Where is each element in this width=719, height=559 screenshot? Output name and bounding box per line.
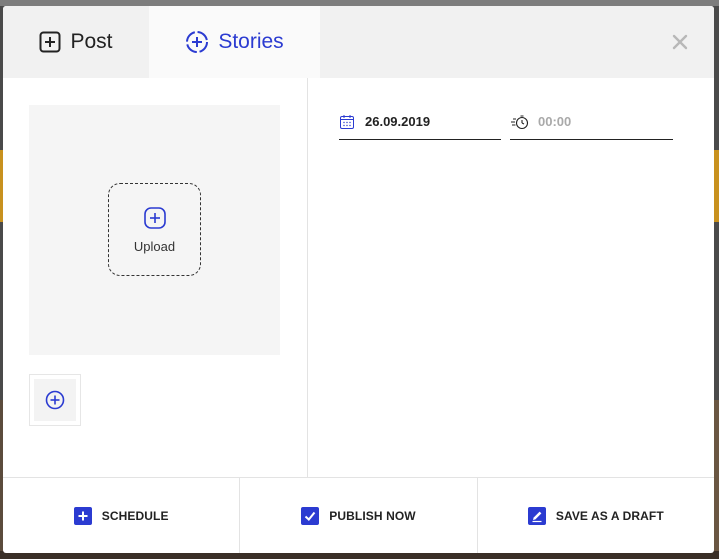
- tab-post[interactable]: Post: [3, 6, 149, 78]
- plus-square-filled-icon: [73, 506, 92, 525]
- date-field[interactable]: 26.09.2019: [339, 104, 501, 140]
- plus-circle-icon: [45, 390, 65, 410]
- schedule-button[interactable]: SCHEDULE: [3, 478, 241, 553]
- schedule-panel: 26.09.2019 00:00: [309, 78, 714, 478]
- save-draft-button[interactable]: SAVE AS A DRAFT: [478, 478, 714, 553]
- action-bar: SCHEDULE PUBLISH NOW SAVE AS A DRAFT: [3, 477, 714, 553]
- stopwatch-icon: [510, 114, 530, 130]
- date-value: 26.09.2019: [365, 114, 431, 129]
- add-media-button[interactable]: [29, 374, 81, 426]
- publish-now-button-label: PUBLISH NOW: [329, 508, 416, 523]
- media-panel: Upload: [3, 78, 308, 478]
- close-button[interactable]: [666, 28, 694, 56]
- plus-rounded-square-icon: [143, 206, 167, 230]
- upload-label: Upload: [133, 238, 176, 254]
- schedule-button-label: SCHEDULE: [101, 508, 169, 523]
- tab-stories-label: Stories: [218, 30, 284, 53]
- close-icon: [672, 34, 688, 50]
- publish-now-button[interactable]: PUBLISH NOW: [240, 478, 478, 553]
- tab-post-label: Post: [70, 30, 113, 53]
- edit-icon: [527, 506, 546, 525]
- calendar-icon: [339, 114, 355, 130]
- upload-button[interactable]: Upload: [108, 183, 201, 276]
- time-input: 00:00: [538, 114, 572, 129]
- save-draft-button-label: SAVE AS A DRAFT: [555, 508, 664, 523]
- backdrop-lower-right: [714, 400, 719, 559]
- create-content-modal: Post Stories Upload 26.09.2019 00:00 SCH…: [3, 6, 714, 553]
- tab-stories[interactable]: Stories: [149, 6, 320, 78]
- plus-square-icon: [39, 31, 61, 53]
- checkbox-checked-icon: [301, 506, 320, 525]
- time-field[interactable]: 00:00: [510, 104, 673, 140]
- plus-circle-dashed-icon: [185, 30, 209, 54]
- upload-dropzone[interactable]: Upload: [29, 105, 280, 355]
- tab-bar: Post Stories: [3, 6, 714, 78]
